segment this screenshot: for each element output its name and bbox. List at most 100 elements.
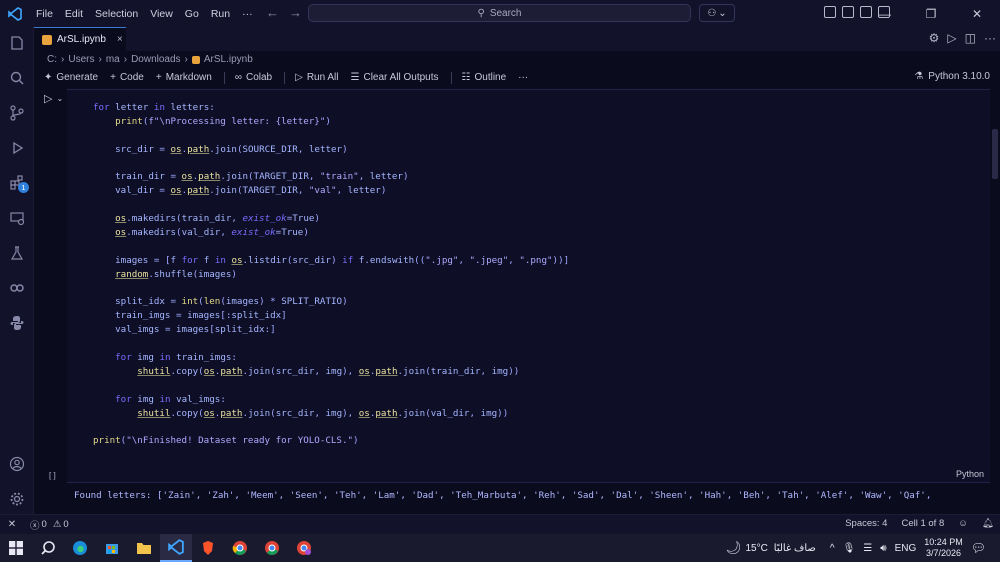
code-line[interactable]: src_dir = os.path.join(SOURCE_DIR, lette… [93, 143, 569, 157]
menu-view[interactable]: View [144, 8, 179, 20]
code-line[interactable]: os.makedirs(val_dir, exist_ok=True) [93, 226, 569, 240]
more-actions-icon[interactable]: ··· [984, 31, 996, 45]
back-arrow-icon[interactable]: ← [266, 5, 279, 20]
code-line[interactable] [93, 282, 569, 296]
notifications-icon[interactable]: 💬︎ [971, 541, 986, 555]
code-line[interactable]: train_dir = os.path.join(TARGET_DIR, "tr… [93, 170, 569, 184]
explorer-icon[interactable] [8, 35, 26, 53]
run-cell-icon[interactable]: ▷ [44, 92, 52, 105]
toolbar-more-button[interactable]: ··· [518, 72, 528, 83]
editor-scrollbar[interactable] [992, 129, 998, 179]
language-indicator[interactable]: ENG [895, 543, 917, 554]
chrome-profile-icon[interactable] [256, 534, 288, 562]
breadcrumb-users[interactable]: Users [68, 54, 94, 65]
tray-chevron-icon[interactable]: ^ [830, 543, 835, 554]
colab-button[interactable]: ∞ Colab [235, 72, 272, 83]
code-line[interactable]: os.makedirs(train_dir, exist_ok=True) [93, 212, 569, 226]
run-debug-icon[interactable] [8, 139, 26, 157]
menu-go[interactable]: Go [179, 8, 205, 20]
edge-icon[interactable] [64, 534, 96, 562]
tab-close-icon[interactable]: × [117, 34, 123, 45]
notebook-cell-status[interactable]: Cell 1 of 8 [901, 518, 944, 529]
menu-selection[interactable]: Selection [89, 8, 144, 20]
source-control-icon[interactable] [8, 104, 26, 122]
code-line[interactable] [93, 420, 569, 434]
gear-icon[interactable]: ⚙ [929, 31, 940, 45]
gear-icon[interactable] [8, 490, 26, 508]
chrome-profile-2-icon[interactable] [288, 534, 320, 562]
extensions-icon[interactable]: 1 [8, 174, 29, 193]
code-editor[interactable]: for letter in letters: print(f"\nProcess… [93, 101, 569, 448]
restore-icon[interactable]: ❐ [908, 0, 954, 27]
layout-customize-icon[interactable] [824, 6, 836, 18]
split-editor-icon[interactable]: ◫ [965, 31, 976, 45]
run-icon[interactable]: ▷ [947, 31, 956, 45]
breadcrumb-user[interactable]: ma [106, 54, 120, 65]
menu-more[interactable]: ··· [236, 8, 259, 20]
search-icon[interactable] [8, 69, 26, 87]
code-line[interactable]: random.shuffle(images) [93, 268, 569, 282]
cell-collapse-toggle[interactable]: [ ] [49, 471, 56, 480]
wifi-icon[interactable]: ☰ [863, 543, 872, 554]
warnings-count[interactable]: 0 [63, 519, 68, 530]
taskbar-search-icon[interactable] [32, 534, 64, 562]
copilot-status-icon[interactable]: ☺ [958, 518, 968, 529]
code-line[interactable]: shutil.copy(os.path.join(src_dir, img), … [93, 407, 569, 421]
code-line[interactable] [93, 129, 569, 143]
outline-button[interactable]: ☷ Outline [462, 72, 507, 83]
code-line[interactable]: print("\nFinished! Dataset ready for YOL… [93, 434, 569, 448]
code-line[interactable]: split_idx = int(len(images) * SPLIT_RATI… [93, 295, 569, 309]
microsoft-store-icon[interactable] [96, 534, 128, 562]
temperature[interactable]: 15°C [745, 543, 767, 554]
command-center-search[interactable]: ⚲ Search [308, 4, 691, 22]
clear-all-outputs-button[interactable]: ☰ Clear All Outputs [351, 72, 439, 83]
weather-text[interactable]: صاف غالبًا [774, 543, 816, 554]
breadcrumb-file[interactable]: ArSL.ipynb [204, 54, 253, 65]
add-code-button[interactable]: + Code [110, 72, 144, 83]
remote-explorer-icon[interactable] [8, 209, 26, 227]
code-line[interactable] [93, 379, 569, 393]
menu-file[interactable]: File [30, 8, 59, 20]
code-line[interactable] [93, 198, 569, 212]
testing-icon[interactable] [8, 244, 26, 262]
vscode-taskbar-icon[interactable] [160, 534, 192, 562]
generate-button[interactable]: ✦ Generate [44, 72, 98, 83]
brave-icon[interactable] [192, 534, 224, 562]
breadcrumb-drive[interactable]: C: [47, 54, 57, 65]
copilot-chat-icon[interactable] [8, 279, 26, 297]
menu-edit[interactable]: Edit [59, 8, 89, 20]
windows-start-icon[interactable] [0, 534, 32, 562]
code-line[interactable] [93, 337, 569, 351]
kernel-picker[interactable]: ⚗ Python 3.10.0 [914, 71, 990, 82]
code-line[interactable]: images = [f for f in os.listdir(src_dir)… [93, 254, 569, 268]
code-line[interactable] [93, 157, 569, 171]
minimize-icon[interactable]: — [862, 0, 908, 27]
code-line[interactable]: for img in val_imgs: [93, 393, 569, 407]
chevron-down-icon[interactable]: ⌄ [56, 94, 63, 105]
menu-run[interactable]: Run [205, 8, 236, 20]
microphone-icon[interactable]: 🎙︎ [843, 543, 856, 554]
bell-icon[interactable]: 🔔︎ [982, 518, 994, 529]
chrome-icon[interactable] [224, 534, 256, 562]
errors-icon[interactable]: ⓧ [30, 518, 40, 532]
code-line[interactable]: for img in train_imgs: [93, 351, 569, 365]
code-line[interactable]: val_imgs = images[split_idx:] [93, 323, 569, 337]
copilot-button[interactable]: ⚇ ⌄ [699, 4, 735, 22]
code-line[interactable]: for letter in letters: [93, 101, 569, 115]
tab-arsl-notebook[interactable]: ArSL.ipynb × [34, 27, 126, 51]
forward-arrow-icon[interactable]: → [289, 5, 302, 20]
code-line[interactable] [93, 240, 569, 254]
add-markdown-button[interactable]: + Markdown [156, 72, 212, 83]
warnings-icon[interactable]: ⚠ [53, 519, 62, 530]
close-icon[interactable]: ✕ [954, 0, 1000, 27]
breadcrumb-downloads[interactable]: Downloads [131, 54, 180, 65]
code-line[interactable]: val_dir = os.path.join(TARGET_DIR, "val"… [93, 184, 569, 198]
code-line[interactable]: print(f"\nProcessing letter: {letter}") [93, 115, 569, 129]
toggle-primary-sidebar-icon[interactable] [842, 6, 854, 18]
file-explorer-icon[interactable] [128, 534, 160, 562]
volume-icon[interactable]: 🔊︎ [880, 543, 886, 554]
code-line[interactable]: shutil.copy(os.path.join(src_dir, img), … [93, 365, 569, 379]
remote-indicator-icon[interactable]: ✕ [0, 515, 24, 535]
python-icon[interactable] [8, 314, 26, 332]
weather-icon[interactable]: 🌙︎ [725, 540, 742, 556]
